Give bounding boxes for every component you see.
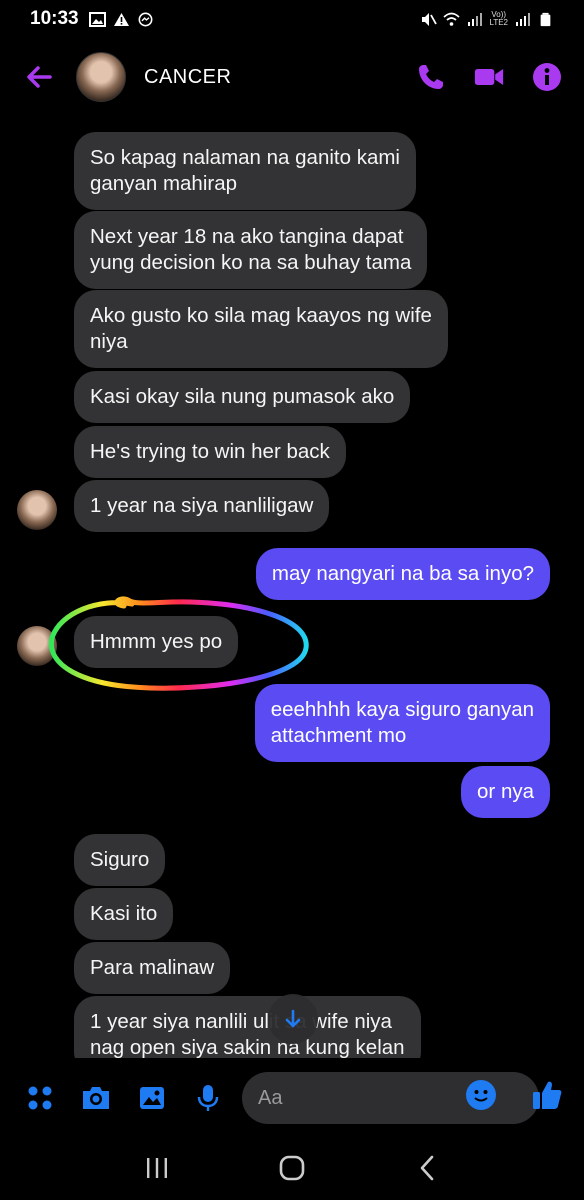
info-button[interactable] [532,62,562,92]
message-bubble-outgoing[interactable]: may nangyari na ba sa inyo? [255,548,550,600]
emoji-icon [474,1090,488,1102]
microphone-icon [197,1085,219,1111]
message-bubble-incoming[interactable]: Ako gusto ko sila mag kaayos ng wife niy… [74,290,448,368]
video-call-button[interactable] [474,62,504,92]
voice-call-button[interactable] [416,62,446,92]
battery-icon [540,12,551,26]
conversation-header: CANCER [0,40,584,114]
arrow-down-icon [285,1009,301,1028]
status-bar: 10:33 Vo)) LTE2 [0,0,584,38]
message-bubble-incoming[interactable]: Para malinaw [74,942,231,994]
message-bubble-incoming[interactable]: 1 year siya nanlili ulit sa wife niya na… [74,996,421,1058]
contact-name[interactable]: CANCER [144,66,231,89]
back-nav-button[interactable] [407,1148,447,1188]
home-icon [279,1155,305,1181]
message-bubble-incoming[interactable]: So kapag nalaman na ganito kami ganyan m… [74,132,416,210]
contact-message-avatar[interactable] [17,490,57,530]
message-bubble-outgoing[interactable]: or nya [461,766,550,818]
message-bubble-incoming[interactable]: 1 year na siya nanliligaw [74,480,330,532]
network-lte-label: LTE2 [489,18,508,27]
recent-apps-button[interactable] [137,1148,177,1188]
scroll-to-bottom-button[interactable] [268,994,318,1044]
message-bubble-incoming[interactable]: Kasi ito [74,888,174,940]
voice-message-button[interactable] [192,1082,224,1114]
four-dots-icon [28,1086,52,1110]
message-bubble-incoming[interactable]: Kasi okay sila nung pumasok ako [74,371,411,423]
wifi-icon [443,12,461,26]
home-button[interactable] [272,1148,312,1188]
video-camera-icon [474,69,504,85]
status-time: 10:33 [30,8,79,29]
back-button[interactable] [22,60,56,94]
contact-avatar[interactable] [76,52,126,102]
phone-icon [419,65,443,89]
message-bubble-incoming[interactable]: Next year 18 na ako tangina dapat yung d… [74,211,428,289]
emoji-button[interactable] [466,1080,496,1110]
mute-icon [422,12,438,26]
camera-icon [83,1087,109,1109]
gallery-notification-icon [88,11,106,27]
like-button[interactable] [530,1078,564,1112]
camera-button[interactable] [80,1082,112,1114]
message-bubble-incoming[interactable]: Hmmm yes po [74,616,239,668]
contact-message-avatar[interactable] [17,626,57,666]
arrow-left-icon [27,66,52,88]
apps-button[interactable] [24,1082,56,1114]
message-bubble-outgoing[interactable]: eeehhhh kaya siguro ganyan attachment mo [254,684,550,762]
message-list[interactable]: So kapag nalaman na ganito kami ganyan m… [0,114,584,1058]
network-type-label: Vo)) LTE2 [489,11,508,27]
recent-apps-icon [147,1158,168,1178]
image-icon [140,1087,164,1109]
message-bubble-incoming[interactable]: He's trying to win her back [74,426,346,478]
gallery-button[interactable] [136,1082,168,1114]
message-composer [0,1060,584,1136]
alert-notification-icon [113,12,129,26]
signal-2-icon [516,12,530,26]
info-icon [533,63,561,91]
thumbs-up-icon [533,1081,562,1109]
signal-icon [468,12,483,26]
chevron-left-icon [420,1155,433,1181]
system-navigation-bar [0,1136,584,1200]
messenger-notification-icon [138,12,153,26]
message-bubble-incoming[interactable]: Siguro [74,834,166,886]
